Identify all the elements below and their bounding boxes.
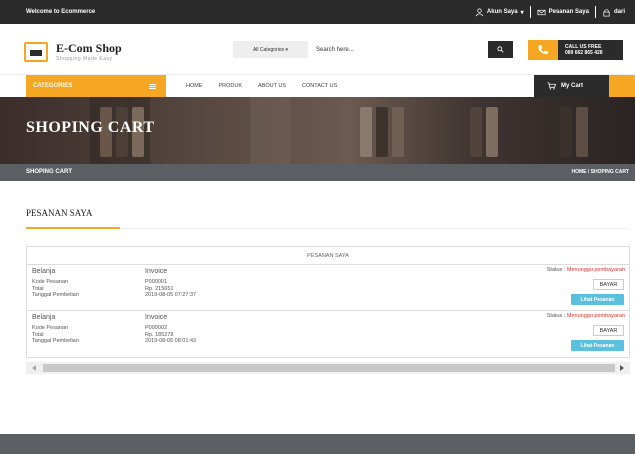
banner-decoration xyxy=(560,107,572,157)
row-labels: Belanja Kode Pesanan Total Tanggal Pembe… xyxy=(32,268,79,298)
top-bar-links: Akun Saya ▾ Pesanan Saya dari xyxy=(475,6,625,18)
search-bar: All Categories ▾ Search here... xyxy=(233,41,513,58)
nav-item-home[interactable]: HOME xyxy=(186,83,203,89)
logo[interactable]: E-Com Shop Shopping Made Easy xyxy=(24,41,122,62)
status-badge: Status : Menunggu pembayaran xyxy=(546,313,625,319)
banner-title: SHOPING CART xyxy=(26,119,155,136)
main-nav: CATEGORIES HOME PRODUK ABOUT US CONTACT … xyxy=(0,74,635,97)
user-label: dari xyxy=(613,9,625,15)
order-date: 2019-08-05 08:01:43 xyxy=(145,338,197,344)
arrow-left-icon[interactable] xyxy=(32,365,36,371)
row-values: Invoice P000001 Rp. 215651 2019-08-05 07… xyxy=(145,268,197,298)
call-box: CALL US FREE 089 662 865 428 xyxy=(528,40,623,60)
categories-label: CATEGORIES xyxy=(33,83,73,89)
pay-button[interactable]: BAYAR xyxy=(593,325,624,336)
chevron-down-icon: ▾ xyxy=(285,46,289,53)
logo-tagline: Shopping Made Easy xyxy=(56,56,113,62)
banner-decoration xyxy=(576,107,588,157)
view-order-button[interactable]: Lihat Pesanan xyxy=(571,294,624,305)
banner-decoration xyxy=(250,97,290,164)
page-title: PESANAN SAYA xyxy=(26,208,93,218)
title-underline xyxy=(26,227,120,229)
breadcrumb-trail[interactable]: HOME / SHOPING CART xyxy=(571,169,629,175)
user-link[interactable]: dari xyxy=(602,8,625,17)
nav-menu: HOME PRODUK ABOUT US CONTACT US xyxy=(186,83,337,89)
site-footer xyxy=(0,434,635,454)
cart-icon xyxy=(547,82,556,90)
search-button[interactable] xyxy=(488,41,513,58)
order-date: 2019-08-05 07:27:37 xyxy=(145,292,197,298)
welcome-text: Welcome to Ecommerce xyxy=(26,9,96,15)
cart-accent xyxy=(609,75,635,97)
site-header: E-Com Shop Shopping Made Easy All Catego… xyxy=(0,24,635,74)
nav-item-about[interactable]: ABOUT US xyxy=(258,83,286,89)
divider xyxy=(529,6,531,18)
hamburger-icon xyxy=(149,83,156,89)
search-icon xyxy=(497,46,504,53)
banner-decoration xyxy=(360,107,372,157)
table-header: PESANAN SAYA xyxy=(27,247,629,265)
top-bar: Welcome to Ecommerce Akun Saya ▾ Pesanan… xyxy=(0,0,635,24)
cart-label: My Cart xyxy=(561,83,584,89)
horizontal-scrollbar[interactable] xyxy=(26,362,630,374)
chevron-down-icon: ▾ xyxy=(520,9,524,16)
orders-link[interactable]: Pesanan Saya xyxy=(537,8,589,17)
banner-decoration xyxy=(376,107,388,157)
row-values: Invoice P000002 Rp. 185278 2019-08-05 08… xyxy=(145,314,197,344)
arrow-right-icon[interactable] xyxy=(620,365,624,371)
view-order-button[interactable]: Lihat Pesanan xyxy=(571,340,624,351)
banner-decoration xyxy=(392,107,404,157)
table-row: Belanja Kode Pesanan Total Tanggal Pembe… xyxy=(27,265,629,311)
table-row: Belanja Kode Pesanan Total Tanggal Pembe… xyxy=(27,311,629,357)
nav-item-produk[interactable]: PRODUK xyxy=(219,83,243,89)
lock-icon xyxy=(603,8,610,16)
banner-decoration xyxy=(486,107,498,157)
pay-button[interactable]: BAYAR xyxy=(593,279,624,290)
breadcrumb-current: SHOPING CART xyxy=(26,169,73,175)
divider xyxy=(594,6,596,18)
category-select[interactable]: All Categories ▾ xyxy=(233,41,308,58)
banner-decoration xyxy=(470,107,482,157)
user-icon xyxy=(475,8,484,16)
status-badge: Status : Menunggu pembayaran xyxy=(546,267,625,273)
phone-icon xyxy=(528,40,558,60)
cart-button[interactable]: My Cart xyxy=(534,75,609,97)
mail-icon xyxy=(537,9,546,15)
orders-label: Pesanan Saya xyxy=(548,9,589,15)
scrollbar-thumb[interactable] xyxy=(43,364,615,372)
account-link[interactable]: Akun Saya ▾ xyxy=(475,8,524,17)
orders-table: PESANAN SAYA Belanja Kode Pesanan Total … xyxy=(26,246,630,358)
breadcrumb: SHOPING CART HOME / SHOPING CART xyxy=(0,164,635,181)
page-banner: SHOPING CART xyxy=(0,97,635,164)
account-label: Akun Saya xyxy=(486,9,518,15)
categories-button[interactable]: CATEGORIES xyxy=(26,75,166,97)
search-input[interactable]: Search here... xyxy=(308,41,488,58)
call-text: CALL US FREE 089 662 865 428 xyxy=(558,40,623,60)
logo-icon xyxy=(24,41,48,62)
row-labels: Belanja Kode Pesanan Total Tanggal Pembe… xyxy=(32,314,79,344)
nav-item-contact[interactable]: CONTACT US xyxy=(302,83,337,89)
logo-name: E-Com Shop xyxy=(56,41,122,55)
